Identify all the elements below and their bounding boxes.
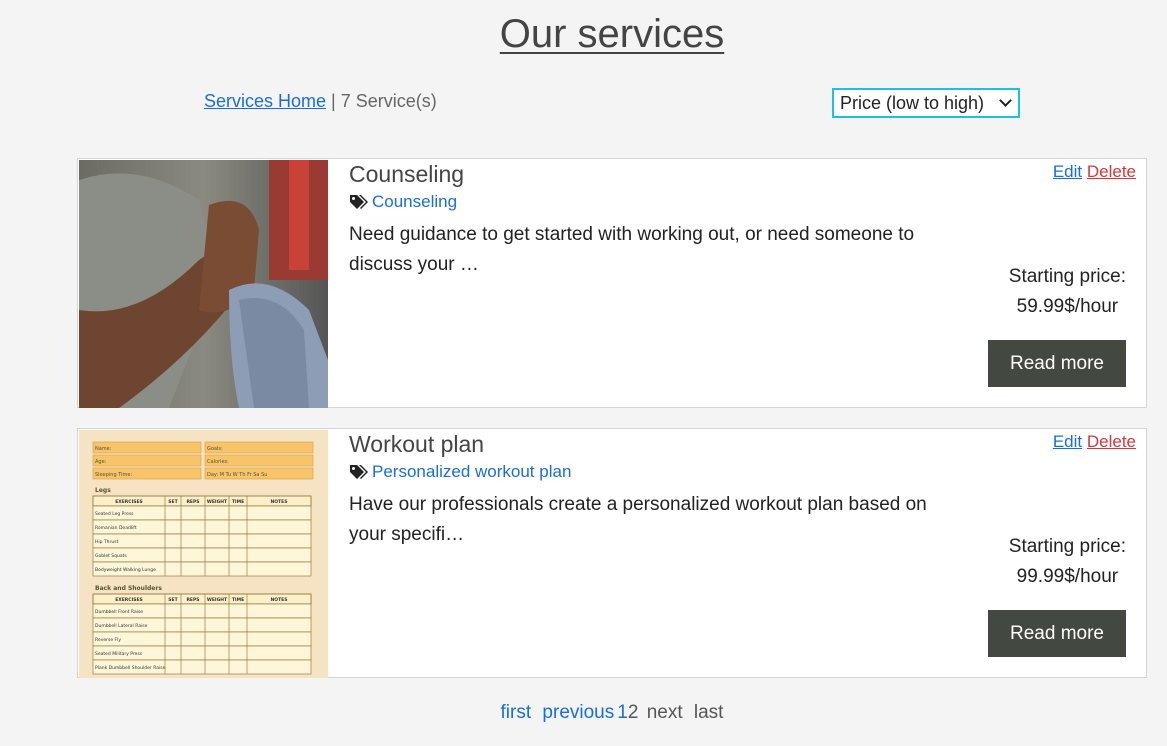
sheet-exercise: Dumbbell Lateral Raise xyxy=(95,623,148,629)
pagination-first[interactable]: first xyxy=(501,702,532,723)
service-image-handshake[interactable] xyxy=(79,160,328,408)
delete-link[interactable]: Delete xyxy=(1087,162,1136,181)
pagination: first previous 12 next last xyxy=(0,702,1167,724)
sheet-column-header: TIME xyxy=(232,499,244,505)
sheet-exercise: Romanian Deadlift xyxy=(95,525,137,531)
sheet-column-header: EXERCISES xyxy=(115,499,143,505)
sheet-field-label: Sleeping Time: xyxy=(95,472,132,478)
sort-select[interactable]: Price (low to high) xyxy=(832,88,1020,118)
sheet-exercise: Bodyweight Walking Lunge xyxy=(95,567,156,573)
service-image-workout-sheet[interactable]: Name: Goals: Age: Calories: Sleeping Time: Da… xyxy=(79,430,328,678)
sheet-column-header: REPS xyxy=(186,597,199,603)
sheet-column-header: TIME xyxy=(232,597,244,603)
sheet-column-header: EXERCISES xyxy=(115,597,143,603)
sheet-field-label: Goals: xyxy=(207,446,223,452)
price-label: Starting price: xyxy=(1008,266,1126,287)
sheet-field xyxy=(92,454,202,467)
service-tag-label: Counseling xyxy=(372,192,458,211)
sheet-column-header: SET xyxy=(168,499,178,505)
chevron-down-icon xyxy=(999,94,1012,107)
service-title[interactable]: Counseling xyxy=(349,161,464,188)
pagination-page-1[interactable]: 1 xyxy=(617,702,628,723)
sheet-field-label: Calories: xyxy=(207,459,229,465)
sheet-exercise: Plank Dumbbell Shoulder Raise xyxy=(95,665,166,671)
price-label: Starting price: xyxy=(1008,536,1126,557)
sheet-section-title: Back and Shoulders xyxy=(95,585,162,592)
service-count: 7 Service(s) xyxy=(340,91,437,111)
sheet-column-header: NOTES xyxy=(271,499,288,505)
sort-select-value: Price (low to high) xyxy=(840,92,985,113)
sheet-exercise: Hip Thrust xyxy=(95,539,119,545)
price-value: 59.99$/hour xyxy=(1016,296,1119,317)
sheet-exercise: Dumbbell Front Raise xyxy=(95,609,143,615)
delete-link[interactable]: Delete xyxy=(1087,432,1136,451)
sheet-field-label: Day: M Tu W Th Fr Sa Su xyxy=(207,472,267,478)
sheet-section-title: Legs xyxy=(95,487,111,494)
pagination-page-2: 2 xyxy=(627,702,639,723)
sheet-row xyxy=(92,533,312,549)
card-actions: Edit Delete xyxy=(1053,432,1136,452)
sheet-column-header: WEIGHT xyxy=(207,499,228,505)
price-block: Starting price: 59.99$/hour xyxy=(1009,262,1126,322)
sheet-exercise: Seated Leg Press xyxy=(95,511,134,517)
sheet-column-header: REPS xyxy=(186,499,199,505)
tags-icon xyxy=(350,465,368,479)
sheet-field-label: Name: xyxy=(95,446,112,452)
services-home-link[interactable]: Services Home xyxy=(204,91,326,111)
sheet-column-header: NOTES xyxy=(271,597,288,603)
sheet-field-label: Age: xyxy=(95,459,107,465)
sheet-exercise: Reverse Fly xyxy=(95,637,121,643)
read-more-button[interactable]: Read more xyxy=(988,610,1126,657)
page-title: Our services xyxy=(499,12,725,56)
price-block: Starting price: 99.99$/hour xyxy=(1009,532,1126,592)
toolbar-separator: | xyxy=(326,91,341,111)
service-card: Name: Goals: Age: Calories: Sleeping Time: Da… xyxy=(77,428,1147,678)
sheet-row xyxy=(92,631,312,647)
card-actions: Edit Delete xyxy=(1053,162,1136,182)
read-more-button[interactable]: Read more xyxy=(988,340,1126,387)
sheet-column-header: WEIGHT xyxy=(207,597,228,603)
edit-link[interactable]: Edit xyxy=(1053,432,1082,451)
sheet-exercise: Goblet Squats xyxy=(95,553,127,559)
pagination-previous[interactable]: previous xyxy=(542,702,614,723)
pagination-last[interactable]: last xyxy=(694,702,724,723)
services-toolbar: Services Home | 7 Service(s) xyxy=(204,91,437,112)
service-tag[interactable]: Personalized workout plan xyxy=(349,462,571,482)
price-value: 99.99$/hour xyxy=(1016,566,1119,587)
service-tag-label: Personalized workout plan xyxy=(372,462,572,481)
service-description: Have our professionals create a personal… xyxy=(349,494,927,545)
service-description: Need guidance to get started with workin… xyxy=(349,224,915,275)
service-tag[interactable]: Counseling xyxy=(349,192,457,212)
sheet-column-header: SET xyxy=(168,597,178,603)
service-title[interactable]: Workout plan xyxy=(349,431,484,458)
pagination-next[interactable]: next xyxy=(647,702,683,723)
service-card: Counseling Counseling Need guidance to g… xyxy=(77,158,1147,408)
edit-link[interactable]: Edit xyxy=(1053,162,1082,181)
sheet-exercise: Seated Military Press xyxy=(95,651,143,657)
tags-icon xyxy=(350,195,368,209)
